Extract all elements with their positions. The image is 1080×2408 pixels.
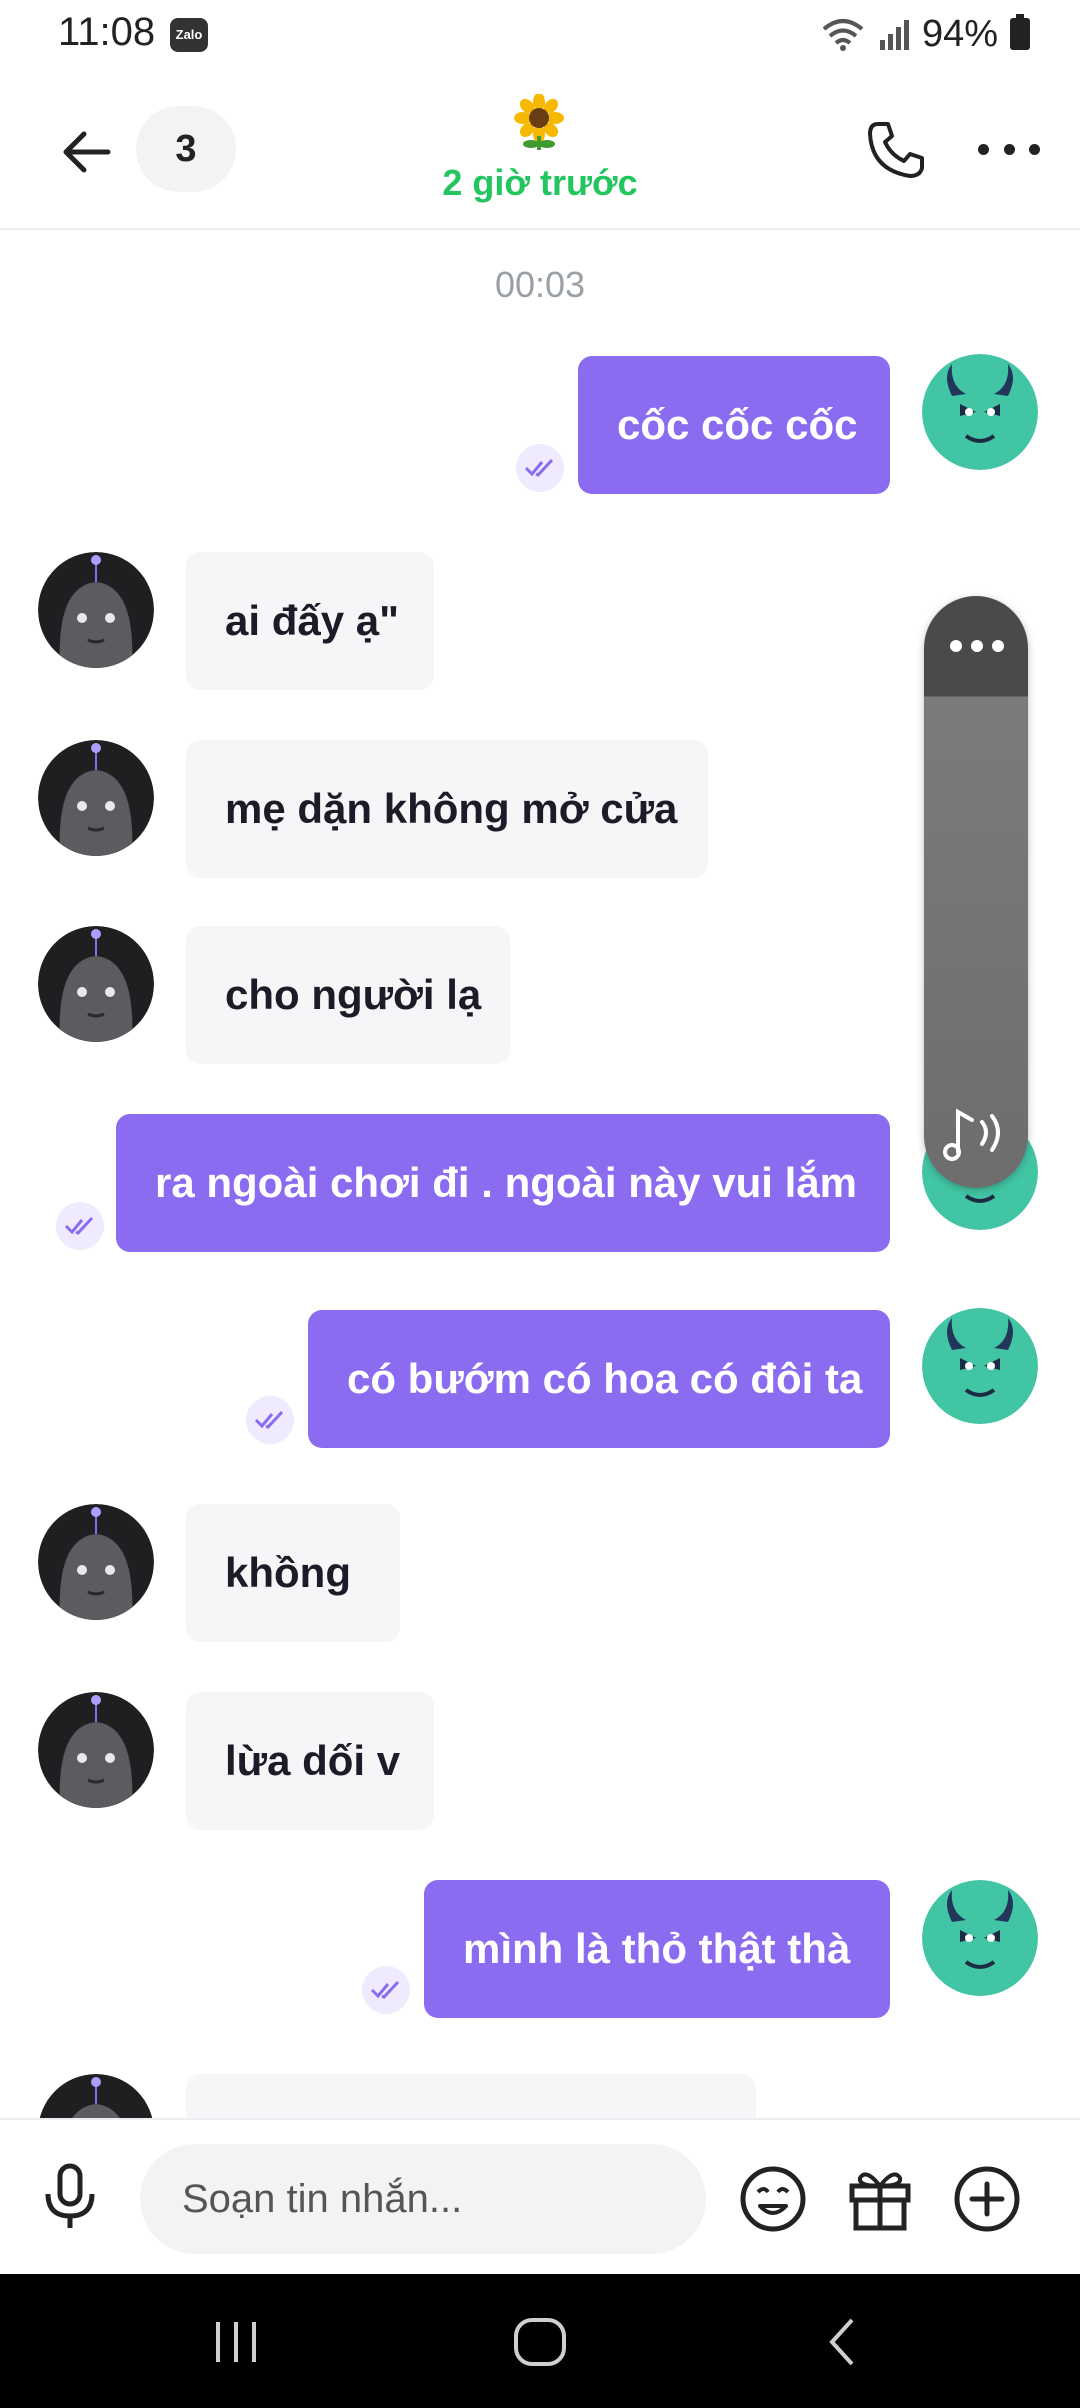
chat-header: 3 2 giờ trước [0,80,1080,230]
floating-music-widget[interactable] [924,596,1028,1188]
double-check-icon [516,444,564,492]
incoming-message[interactable]: khồng [186,1504,400,1642]
last-seen-status: 2 giờ trước [442,162,638,203]
signal-icon [879,20,909,50]
incoming-message[interactable]: cho người lạ [186,926,510,1064]
contact-avatar[interactable] [38,740,154,856]
incoming-message[interactable]: lừa dối v [186,1692,434,1830]
incoming-message[interactable] [186,2074,756,2118]
more-dots-icon[interactable] [950,640,1004,654]
contact-avatar[interactable] [38,552,154,668]
contact-avatar[interactable] [38,1692,154,1808]
unread-count-badge[interactable]: 3 [136,106,236,192]
battery-icon [1010,14,1030,50]
incoming-message[interactable]: mẹ dặn không mở cửa [186,740,708,878]
contact-avatar[interactable] [38,1504,154,1620]
double-check-icon [362,1966,410,2014]
back-nav-icon[interactable] [820,2314,864,2370]
outgoing-message[interactable]: mình là thỏ thật thà [424,1880,890,2018]
outgoing-message[interactable]: có bướm có hoa có đôi ta [308,1310,890,1448]
home-icon[interactable] [510,2314,570,2370]
status-bar: 11:08 Zalo 94% [0,0,1080,70]
gift-icon[interactable] [846,2164,914,2232]
time-separator: 00:03 [494,264,586,305]
my-avatar[interactable] [922,1308,1038,1424]
microphone-icon[interactable] [40,2162,100,2232]
zalo-notification-icon: Zalo [170,18,208,52]
double-check-icon [246,1396,294,1444]
emoji-icon[interactable] [738,2164,808,2234]
incoming-message[interactable]: ai đấy ạ" [186,552,434,690]
system-nav-bar [0,2274,1080,2408]
battery-percent: 94% [921,12,998,55]
contact-avatar[interactable] [38,926,154,1042]
my-avatar[interactable] [922,354,1038,470]
outgoing-message[interactable]: cốc cốc cốc [578,356,890,494]
status-right: 94% [820,12,1030,56]
recent-apps-icon[interactable] [208,2314,264,2370]
message-input[interactable] [140,2144,706,2254]
double-check-icon [56,1202,104,1250]
contact-avatar[interactable] [38,2074,154,2118]
outgoing-message[interactable]: ra ngoài chơi đi . ngoài này vui lắm [116,1114,890,1252]
chat-area[interactable]: 00:03 cốc cốc cốc ai đấy ạ" mẹ dặn không… [0,230,1080,2118]
wifi-icon [822,19,864,51]
message-composer [0,2118,1080,2276]
plus-circle-icon[interactable] [952,2164,1022,2234]
my-avatar[interactable] [922,1880,1038,1996]
sunflower-icon [514,94,564,150]
back-arrow-icon[interactable] [58,124,114,180]
music-note-icon[interactable] [942,1104,1010,1164]
phone-icon[interactable] [864,118,928,182]
more-dots-icon[interactable] [978,134,1040,164]
status-time: 11:08 [58,10,156,54]
